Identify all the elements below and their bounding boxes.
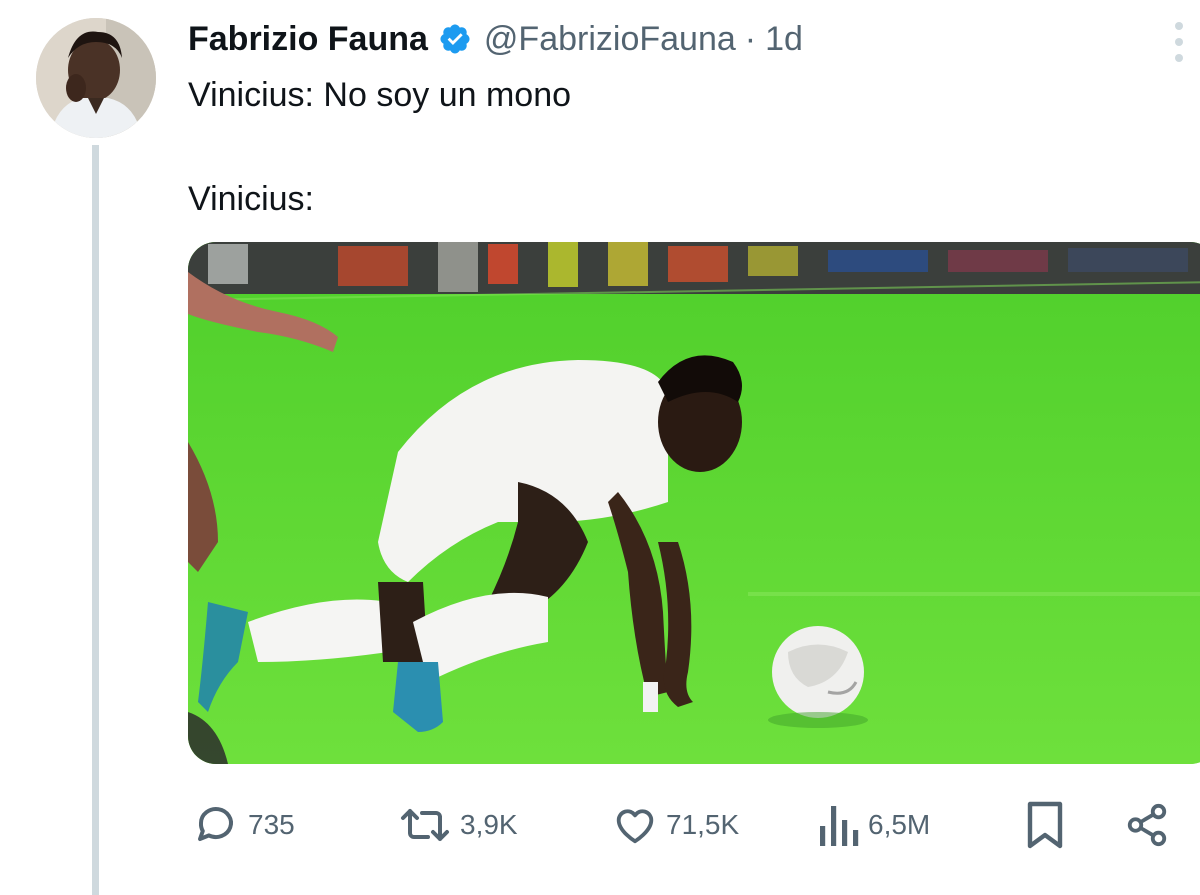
tweet-timestamp[interactable]: 1d [765, 20, 803, 59]
bookmark-button[interactable] [1024, 790, 1066, 860]
avatar[interactable] [36, 18, 156, 138]
reply-button[interactable]: 735 [192, 790, 295, 860]
retweet-icon [398, 801, 452, 849]
reply-count: 735 [248, 809, 295, 840]
display-name[interactable]: Fabrizio Fauna [188, 20, 428, 59]
separator-dot: · [744, 19, 757, 58]
tweet-text-line-2: Vinicius: [188, 180, 314, 218]
like-count: 71,5K [666, 809, 740, 840]
retweet-button[interactable]: 3,9K [398, 790, 518, 860]
bookmark-icon [1024, 800, 1066, 850]
more-icon[interactable] [1172, 20, 1186, 64]
reply-icon [192, 801, 240, 849]
author-handle[interactable]: @FabrizioFauna [484, 20, 736, 59]
like-button[interactable]: 71,5K [612, 790, 739, 860]
views-count: 6,5M [868, 809, 931, 840]
views-icon [818, 802, 860, 848]
views-button[interactable]: 6,5M [818, 790, 930, 860]
retweet-count: 3,9K [460, 809, 518, 840]
tweet: Fabrizio Fauna @FabrizioFauna · 1d Vinic… [0, 0, 1200, 895]
tweet-header: Fabrizio Fauna @FabrizioFauna · 1d [188, 14, 803, 64]
verified-badge-icon [438, 22, 472, 56]
heart-icon [612, 802, 658, 848]
share-icon [1124, 802, 1170, 848]
thread-line [92, 145, 99, 895]
share-button[interactable] [1124, 790, 1170, 860]
tweet-text-line-1: Vinicius: No soy un mono [188, 76, 572, 114]
tweet-media[interactable] [188, 242, 1200, 764]
action-bar: 735 3,9K 71,5K 6,5M [0, 790, 1200, 870]
